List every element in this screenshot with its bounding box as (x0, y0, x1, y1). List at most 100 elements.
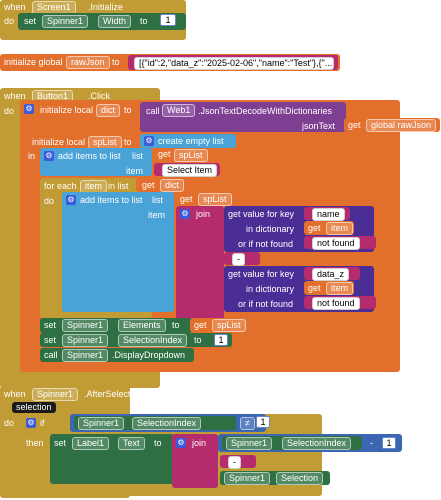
to-label: to (194, 335, 202, 345)
set-label: set (24, 16, 37, 26)
call-label: call (44, 350, 58, 360)
when-label: when (4, 389, 26, 399)
var-dropdown[interactable]: spList (174, 149, 208, 162)
var-name-field[interactable]: rawJson (66, 56, 110, 69)
set-label: set (44, 335, 57, 345)
if-label: if (40, 418, 45, 428)
operator-dropdown[interactable]: ≠ (240, 417, 255, 430)
key-dataz-text[interactable]: data_z (312, 268, 350, 281)
method-name: .DisplayDropdown (112, 350, 186, 360)
or-if-not-found-label: or if not found (238, 239, 294, 249)
spinner-dropdown[interactable]: Spinner1 (42, 15, 89, 28)
set-label: set (44, 320, 57, 330)
not-found-text[interactable]: not found (312, 297, 360, 310)
in-label: in (28, 151, 36, 161)
mutator-gear-icon[interactable]: ⚙ (44, 151, 54, 161)
event-name: .AfterSelecting (84, 389, 143, 399)
property-dropdown[interactable]: Selection (276, 472, 324, 485)
json-text-socket-label: jsonText (302, 121, 336, 131)
separator-text[interactable]: - (232, 253, 245, 266)
do-label: do (4, 106, 15, 116)
to-label: to (112, 57, 120, 67)
to-label: to (124, 105, 132, 115)
spinner-dropdown[interactable]: Spinner1 (62, 334, 109, 347)
var-dropdown[interactable]: item (326, 222, 354, 235)
item-label: item (126, 166, 144, 176)
in-list-label: in list (108, 181, 129, 191)
to-label: to (172, 320, 180, 330)
var-dropdown[interactable]: spList (212, 319, 246, 332)
property-dropdown[interactable]: SelectionIndex (118, 334, 188, 347)
event-parameter[interactable]: selection (12, 402, 56, 413)
do-label: do (4, 16, 15, 26)
spinner-dropdown[interactable]: Spinner1 (224, 472, 271, 485)
property-dropdown[interactable]: SelectionIndex (282, 437, 352, 450)
number-value[interactable]: 1 (160, 14, 176, 26)
property-dropdown[interactable]: SelectionIndex (132, 417, 202, 430)
var-dropdown[interactable]: item (326, 282, 354, 295)
or-if-not-found-label: or if not found (238, 299, 294, 309)
component-dropdown[interactable]: Spinner1 (32, 388, 79, 401)
get-value-label: get value for key (228, 209, 295, 219)
not-found-text[interactable]: not found (312, 237, 360, 250)
to-label: to (140, 16, 148, 26)
mutator-gear-icon[interactable]: ⚙ (176, 438, 186, 448)
mutator-gear-icon[interactable]: ⚙ (180, 209, 190, 219)
property-dropdown[interactable]: Width (98, 15, 132, 28)
in-dictionary-label: in dictionary (246, 284, 295, 294)
call-label: call (146, 106, 160, 116)
to-label: to (124, 137, 132, 147)
global-var-dropdown[interactable]: global rawJson (366, 119, 437, 132)
mutator-gear-icon[interactable]: ⚙ (66, 195, 76, 205)
get-label: get (142, 180, 155, 190)
add-items-label: add items to list (58, 151, 121, 161)
var-dropdown[interactable]: dict (160, 179, 185, 192)
get-label: get (348, 120, 361, 130)
in-dictionary-label: in dictionary (246, 224, 295, 234)
get-label: get (194, 320, 207, 330)
spinner-dropdown[interactable]: Spinner1 (62, 319, 109, 332)
select-item-text[interactable]: Select Item (162, 164, 218, 177)
list-label: list (152, 195, 163, 205)
set-label: set (54, 438, 67, 448)
for-each-label: for each (44, 181, 77, 191)
init-local-label: initialize local (40, 105, 94, 115)
number-value[interactable]: 1 (256, 416, 270, 428)
mutator-gear-icon[interactable]: ⚙ (144, 136, 154, 146)
json-text-value[interactable]: [{"id":2,"data_z":"2025-02-06","name":"T… (134, 57, 334, 70)
separator-text[interactable]: - (228, 456, 241, 469)
minus-label: - (370, 438, 373, 448)
web-component-dropdown[interactable]: Web1 (162, 104, 196, 117)
get-value-label: get value for key (228, 269, 295, 279)
spinner-dropdown[interactable]: Spinner1 (62, 349, 109, 362)
item-label: item (148, 210, 166, 220)
get-label: get (158, 149, 171, 159)
list-label: list (132, 151, 143, 161)
join-block[interactable] (176, 206, 224, 322)
get-label: get (308, 283, 321, 293)
init-global-label: initialize global (4, 57, 63, 67)
key-name-text[interactable]: name (312, 208, 345, 221)
join-label: join (196, 209, 211, 219)
mutator-gear-icon[interactable]: ⚙ (26, 418, 36, 428)
property-dropdown[interactable]: Elements (118, 319, 166, 332)
create-empty-list-label: create empty list (158, 136, 224, 146)
method-name: .JsonTextDecodeWithDictionaries (198, 106, 333, 116)
spinner-dropdown[interactable]: Spinner1 (78, 417, 125, 430)
mutator-gear-icon[interactable]: ⚙ (24, 104, 34, 114)
property-dropdown[interactable]: Text (118, 437, 145, 450)
get-label: get (308, 223, 321, 233)
then-label: then (26, 438, 44, 448)
to-label: to (154, 438, 162, 448)
join-label: join (192, 438, 207, 448)
init-local-label: initialize local (32, 137, 86, 147)
local-var-name[interactable]: dict (96, 104, 121, 117)
number-value[interactable]: 1 (214, 334, 228, 346)
var-dropdown[interactable]: spList (198, 193, 232, 206)
event-name: .Initialize (88, 2, 124, 12)
label-dropdown[interactable]: Label1 (72, 437, 110, 450)
add-items-label: add items to list (80, 195, 143, 205)
number-value[interactable]: 1 (382, 437, 396, 449)
spinner-dropdown[interactable]: Spinner1 (226, 437, 273, 450)
when-label: when (4, 2, 26, 12)
